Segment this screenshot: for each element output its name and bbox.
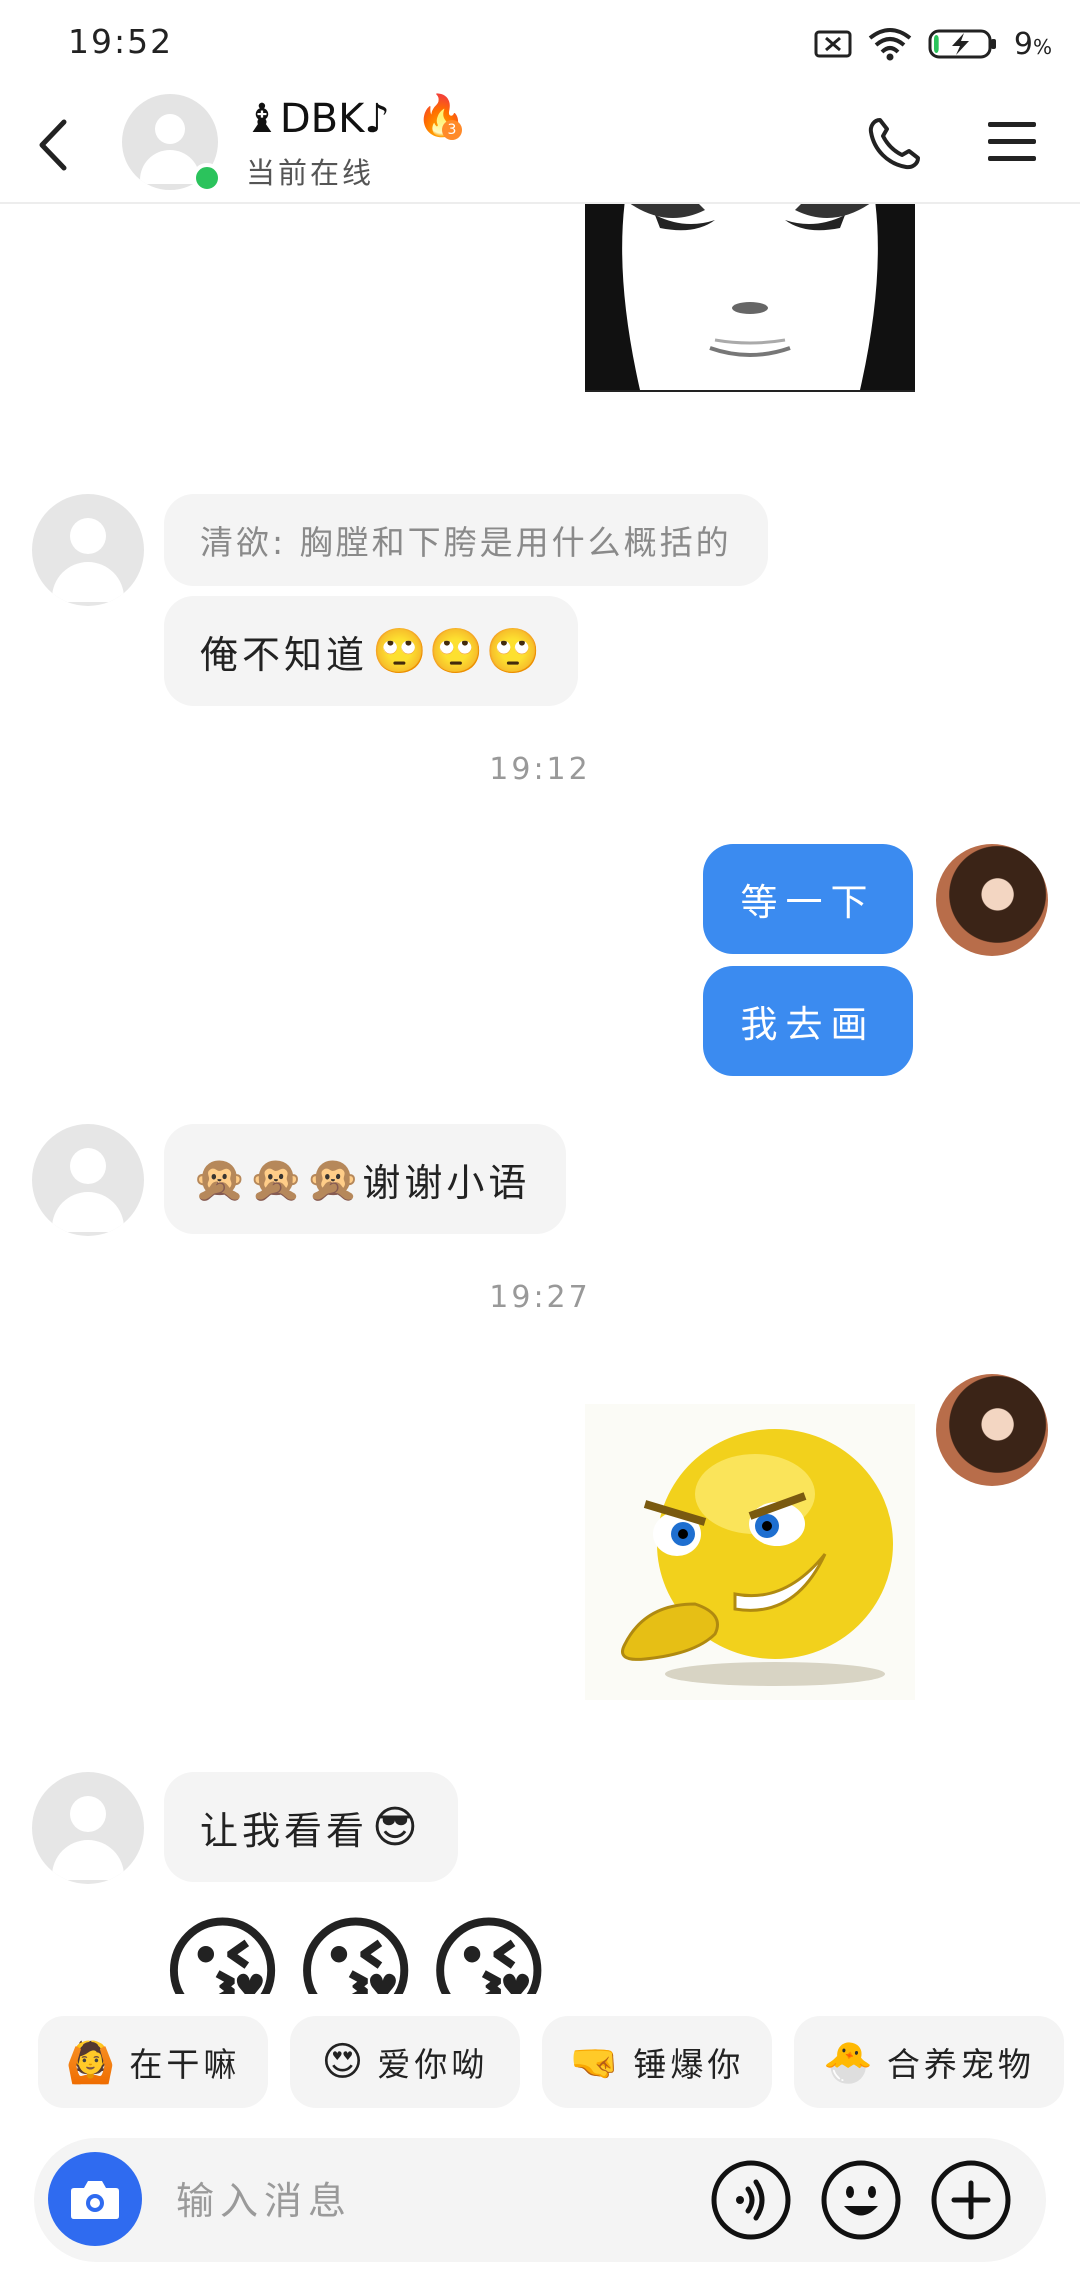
message-bubble-incoming[interactable]: 让我看看 😎 xyxy=(164,1772,458,1882)
timestamp: 19:12 xyxy=(489,752,591,787)
message-bubble-incoming[interactable]: 🙊🙊🙊 谢谢小语 xyxy=(164,1124,567,1234)
message-text: 等一下 xyxy=(740,881,876,924)
pet-icon: 🐣 xyxy=(823,2039,873,2086)
message-bubble-outgoing[interactable]: 等一下 xyxy=(703,844,913,954)
input-bar xyxy=(34,2138,1046,2262)
message-text: 让我看看 xyxy=(200,1808,369,1853)
hamburger-menu-icon xyxy=(988,122,1036,161)
contact-avatar-small[interactable] xyxy=(32,1772,144,1884)
message-image-face-sticker[interactable] xyxy=(585,204,915,392)
quick-reply-chip[interactable]: 🤜 锤爆你 xyxy=(542,2016,772,2108)
call-button[interactable] xyxy=(866,116,922,172)
message-text: 俺不知道 xyxy=(200,632,369,677)
message-input[interactable] xyxy=(174,2168,698,2234)
message-bubble-outgoing[interactable]: 我去画 xyxy=(703,966,913,1076)
phone-icon xyxy=(868,118,920,170)
contact-status: 当前在线 xyxy=(246,156,375,190)
sim-error-icon xyxy=(814,30,852,58)
message-text: 我去画 xyxy=(740,1003,876,1046)
plus-icon xyxy=(931,2160,1011,2240)
timestamp: 19:27 xyxy=(489,1280,591,1315)
big-emoji-message[interactable]: 😘😘😘 xyxy=(160,1904,559,1994)
smirk-emoji-sticker-image xyxy=(621,1429,893,1686)
my-avatar[interactable] xyxy=(936,1374,1048,1486)
chevron-left-icon xyxy=(39,119,67,171)
wave-icon: 🙆 xyxy=(65,2039,116,2086)
emoji-icon xyxy=(821,2160,901,2240)
camera-icon xyxy=(71,2181,119,2219)
streak-count: 3 xyxy=(442,120,462,140)
quick-reply-chip[interactable]: 🐣 合养宠物 xyxy=(794,2016,1064,2108)
quick-reply-chip[interactable]: 😍 爱你呦 xyxy=(290,2016,520,2108)
voice-icon xyxy=(711,2160,791,2240)
hammer-fist-icon: 🤜 xyxy=(569,2039,620,2086)
status-icons: 9% xyxy=(814,22,1052,66)
menu-button[interactable] xyxy=(986,120,1038,164)
status-time: 19:52 xyxy=(68,22,174,61)
quick-reply-chip[interactable]: 🙆 在干嘛 xyxy=(38,2016,268,2108)
wifi-icon xyxy=(868,28,912,61)
chat-header: ♝DBK♪ 🔥 3 当前在线 xyxy=(0,86,1080,204)
more-button[interactable] xyxy=(930,2159,1012,2241)
battery-charging-icon xyxy=(928,29,996,59)
contact-avatar-small[interactable] xyxy=(32,494,144,606)
quoted-text: 清欲: 胸膛和下胯是用什么概括的 xyxy=(200,523,732,562)
contact-name[interactable]: ♝DBK♪ xyxy=(244,96,390,142)
message-text: 谢谢小语 xyxy=(362,1160,531,1205)
contact-avatar-small[interactable] xyxy=(32,1124,144,1236)
my-avatar[interactable] xyxy=(936,844,1048,956)
face-sticker-image xyxy=(585,204,915,390)
sunglasses-emoji: 😎 xyxy=(372,1801,422,1853)
message-bubble-incoming[interactable]: 俺不知道 🙄🙄🙄 xyxy=(164,596,579,706)
emoji-button[interactable] xyxy=(820,2159,902,2241)
monkey-emoji: 🙊🙊🙊 xyxy=(192,1154,363,1205)
camera-button[interactable] xyxy=(48,2152,142,2246)
heart-eyes-icon: 😍 xyxy=(321,2039,364,2085)
battery-percent: 9% xyxy=(1013,26,1052,62)
message-list[interactable]: 清欲: 胸膛和下胯是用什么概括的 俺不知道 🙄🙄🙄 19:12 等一下 我去画 🙊… xyxy=(0,204,1080,1994)
online-indicator xyxy=(192,163,222,193)
status-bar: 19:52 9% xyxy=(0,0,1080,86)
eye-roll-emoji: 🙄🙄🙄 xyxy=(372,626,543,677)
quick-reply-bar: 🙆 在干嘛 😍 爱你呦 🤜 锤爆你 🐣 合养宠物 xyxy=(0,2016,1080,2112)
voice-button[interactable] xyxy=(710,2159,792,2241)
message-image-sticker[interactable] xyxy=(585,1404,915,1700)
back-button[interactable] xyxy=(28,114,86,176)
streak-badge: 🔥 3 xyxy=(416,92,466,140)
quote-bubble[interactable]: 清欲: 胸膛和下胯是用什么概括的 xyxy=(164,494,768,586)
